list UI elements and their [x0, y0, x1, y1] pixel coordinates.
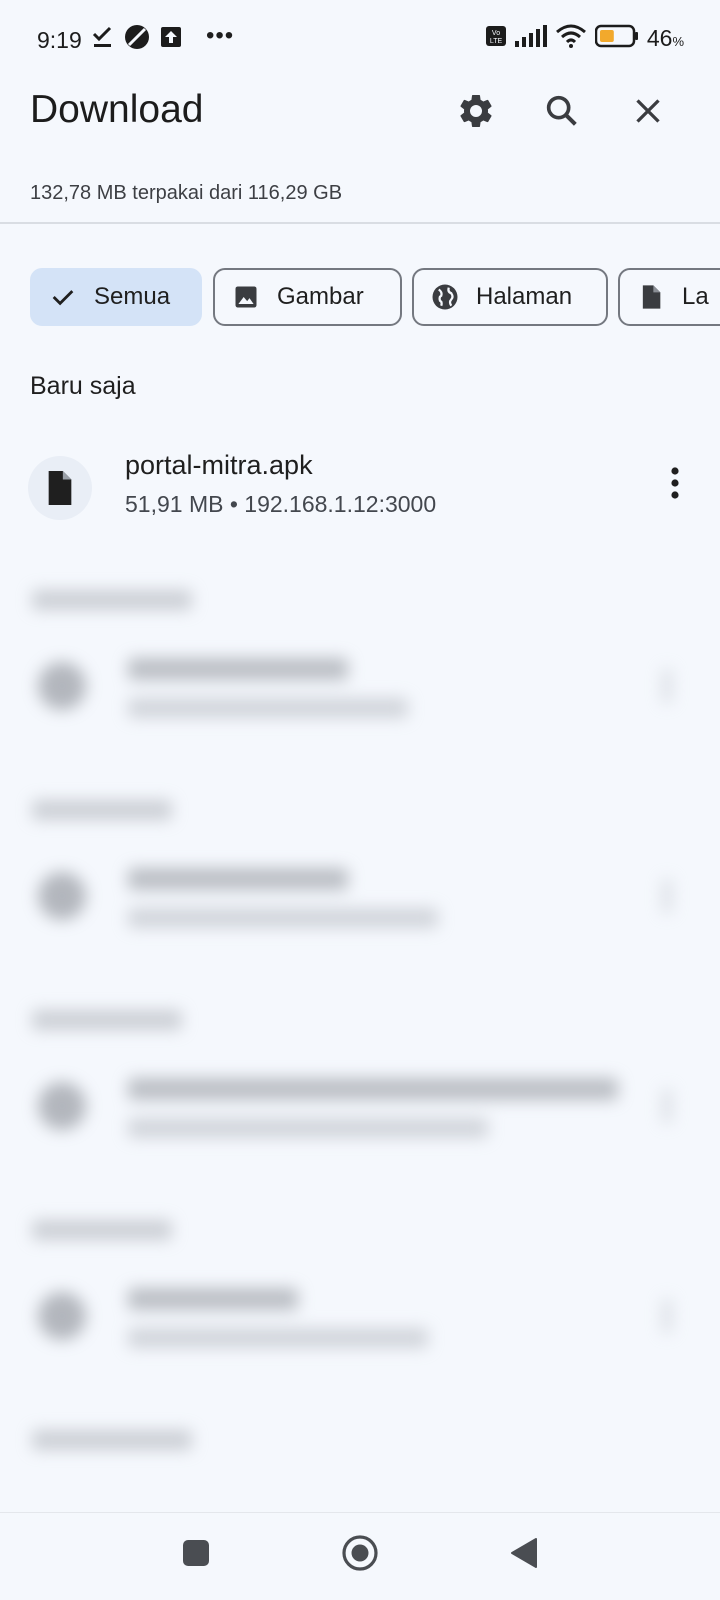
status-bar: 9:19 ••• Vo LTE 46%: [0, 0, 720, 82]
section-label-recent: Baru saja: [30, 372, 136, 400]
document-icon: [636, 282, 666, 312]
blurred-item-line: [128, 1118, 488, 1138]
upload-icon: [160, 26, 182, 53]
blurred-item-line: [128, 1288, 298, 1310]
blurred-item-line: [128, 1078, 618, 1100]
search-button[interactable]: [537, 88, 587, 138]
blurred-item-line: [128, 868, 348, 890]
wifi-icon: [555, 24, 587, 53]
blurred-item-line: [128, 1328, 428, 1348]
check-download-icon: [92, 25, 114, 54]
close-icon: [630, 93, 666, 134]
check-icon: [48, 282, 78, 312]
close-button[interactable]: [623, 88, 673, 138]
status-notification-icons: •••: [92, 21, 235, 55]
image-icon: [231, 282, 261, 312]
blurred-section-label: [32, 590, 192, 610]
chip-semua[interactable]: Semua: [30, 268, 202, 326]
download-item-title: portal-mitra.apk: [125, 450, 313, 480]
volte-icon: Vo LTE: [485, 25, 507, 52]
chip-label: La: [682, 283, 709, 310]
blurred-menu: [662, 878, 672, 914]
battery-percent: 46%: [646, 25, 684, 51]
back-button[interactable]: [494, 1525, 554, 1585]
filter-chips: Semua Gambar Halaman La: [30, 268, 720, 326]
status-time: 9:19: [37, 27, 82, 53]
blurred-file-icon: [38, 1082, 86, 1130]
chip-gambar[interactable]: Gambar: [213, 268, 402, 326]
blurred-item-line: [128, 698, 408, 718]
battery-icon: [594, 24, 639, 53]
svg-text:Vo: Vo: [492, 30, 500, 37]
no-disturb-icon: [124, 24, 150, 55]
blurred-file-icon: [38, 1292, 86, 1340]
blurred-menu: [662, 668, 672, 704]
home-button[interactable]: [330, 1525, 390, 1585]
blurred-item-line: [128, 658, 348, 680]
chip-label: Semua: [94, 283, 171, 310]
blurred-menu: [662, 1088, 672, 1124]
more-vert-icon: [670, 466, 680, 505]
blurred-section-label: [32, 800, 172, 820]
download-item[interactable]: portal-mitra.apk 51,91 MB • 192.168.1.12…: [0, 440, 720, 530]
recents-button[interactable]: [166, 1525, 226, 1585]
header-divider: [0, 222, 720, 224]
blurred-section-label: [32, 1430, 192, 1450]
chip-label: Halaman: [476, 283, 573, 310]
storage-usage-text: 132,78 MB terpakai dari 116,29 GB: [30, 182, 343, 204]
globe-icon: [430, 282, 460, 312]
chip-label: Gambar: [277, 283, 364, 310]
blurred-section-label: [32, 1220, 172, 1240]
chip-halaman[interactable]: Halaman: [412, 268, 608, 326]
file-icon: [28, 456, 92, 520]
settings-icon: [456, 91, 496, 136]
recents-square-icon: [182, 1539, 210, 1572]
download-item-subtitle: 51,91 MB • 192.168.1.12:3000: [125, 491, 437, 517]
blurred-item-line: [128, 908, 438, 928]
chip-lainnya[interactable]: La: [618, 268, 720, 326]
home-circle-icon: [341, 1534, 379, 1577]
search-icon: [542, 91, 582, 136]
blurred-older-downloads: [0, 560, 720, 1490]
item-more-button[interactable]: [650, 460, 700, 510]
system-nav-bar: [0, 1512, 720, 1600]
signal-icon: [514, 25, 547, 52]
blurred-file-icon: [38, 872, 86, 920]
more-dots-icon: •••: [206, 21, 235, 49]
svg-text:LTE: LTE: [490, 38, 503, 45]
blurred-section-label: [32, 1010, 182, 1030]
blurred-file-icon: [38, 662, 86, 710]
blurred-menu: [662, 1298, 672, 1334]
back-triangle-icon: [509, 1537, 539, 1574]
settings-button[interactable]: [451, 88, 501, 138]
status-system-icons: Vo LTE 46%: [485, 24, 684, 53]
page-title: Download: [30, 88, 204, 131]
